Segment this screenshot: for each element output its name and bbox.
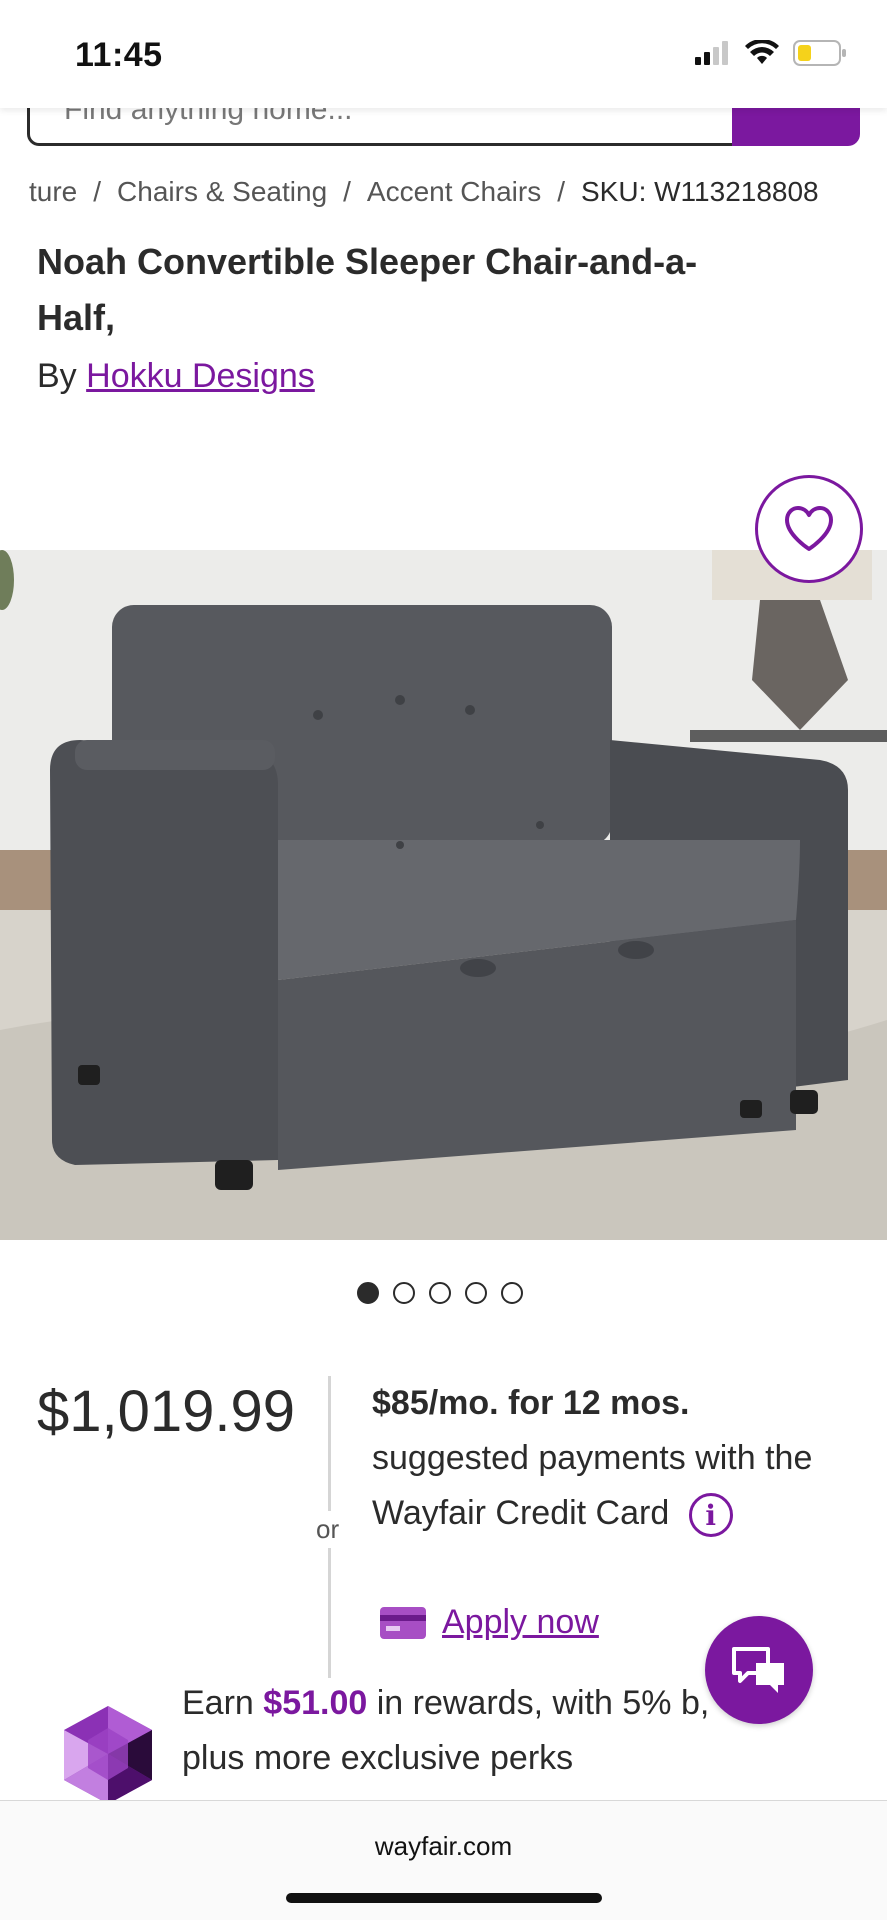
- sleeper-chair-image: [0, 550, 887, 1240]
- breadcrumb-separator: /: [93, 176, 102, 207]
- financing-amount: $85/mo. for 12 mos.: [372, 1384, 690, 1422]
- carousel-dot-5[interactable]: [501, 1282, 523, 1304]
- apply-now-row: Apply now: [380, 1603, 599, 1642]
- financing-offer: $85/mo. for 12 mos. suggested payments w…: [372, 1376, 832, 1541]
- status-icons: [695, 40, 847, 66]
- rewards-gem-icon: [64, 1706, 152, 1804]
- breadcrumb-item-chairs-seating[interactable]: Chairs & Seating: [117, 176, 327, 208]
- breadcrumb-separator: /: [343, 176, 351, 207]
- apply-now-link[interactable]: Apply now: [442, 1603, 599, 1642]
- status-bar: 11:45: [0, 0, 887, 108]
- carousel-dot-3[interactable]: [429, 1282, 451, 1304]
- rewards-prefix: Earn: [182, 1684, 254, 1722]
- wifi-icon: [745, 40, 779, 64]
- home-indicator: [286, 1893, 602, 1903]
- breadcrumb: ture / Chairs & Seating / Accent Chairs …: [29, 176, 819, 208]
- info-icon[interactable]: i: [688, 1493, 733, 1538]
- price-divider: [328, 1376, 331, 1511]
- price-divider: [328, 1548, 331, 1678]
- browser-bar: wayfair.com: [0, 1800, 887, 1920]
- carousel-dot-4[interactable]: [465, 1282, 487, 1304]
- by-label: By: [37, 357, 77, 395]
- breadcrumb-separator: /: [557, 176, 565, 207]
- status-time: 11:45: [75, 36, 163, 74]
- favorite-button[interactable]: [755, 475, 863, 583]
- breadcrumb-item-furniture[interactable]: ture: [29, 176, 77, 208]
- product-title: Noah Convertible Sleeper Chair-and-a-Hal…: [37, 241, 698, 338]
- or-label: or: [316, 1514, 340, 1544]
- chat-button[interactable]: [705, 1616, 813, 1724]
- signal-icon: [695, 41, 728, 65]
- product-price: $1,019.99: [37, 1379, 296, 1444]
- carousel-dot-2[interactable]: [393, 1282, 415, 1304]
- carousel-dot-1[interactable]: [357, 1282, 379, 1304]
- brand-link[interactable]: Hokku Designs: [86, 357, 315, 395]
- product-image[interactable]: [0, 550, 887, 1240]
- rewards-line2: plus more exclusive perks: [182, 1739, 574, 1777]
- heart-icon: [785, 506, 833, 551]
- battery-icon: [793, 40, 846, 66]
- image-carousel-dots: [357, 1282, 523, 1304]
- rewards-suffix: in rewards, with 5% b: [376, 1684, 700, 1722]
- sku-label: SKU: W113218808: [581, 176, 819, 207]
- browser-url[interactable]: wayfair.com: [0, 1831, 887, 1862]
- rewards-amount: $51.00: [263, 1684, 368, 1722]
- chat-icon: [732, 1647, 784, 1693]
- breadcrumb-item-accent-chairs[interactable]: Accent Chairs: [367, 176, 541, 208]
- byline: By Hokku Designs: [37, 357, 315, 396]
- financing-text: suggested payments with the Wayfair Cred…: [372, 1439, 813, 1532]
- credit-card-icon: [380, 1606, 426, 1639]
